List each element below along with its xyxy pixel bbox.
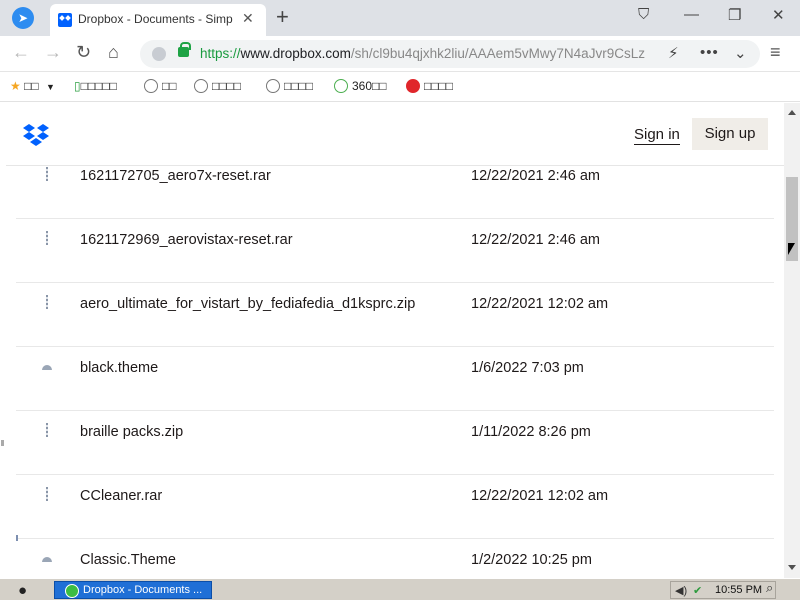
file-row[interactable]: aero_ultimate_for_vistart_by_fediafedia_… [16,283,774,347]
file-date: 1/2/2022 10:25 pm [471,552,592,568]
file-date: 1/11/2022 8:26 pm [471,424,591,440]
mouse-cursor-icon [788,243,795,255]
back-button[interactable]: ← [12,42,30,63]
file-name[interactable]: CCleaner.rar [80,488,162,504]
file-row[interactable]: 1621172705_aero7x-reset.rar 12/22/2021 2… [16,166,774,219]
url-path: /sh/cl9bu4qjxhk2liu/AAAem5vMwy7N4aJvr9Cs… [350,46,645,61]
bookmark-label: □□□□□ [80,79,117,93]
ring-icon [334,79,348,93]
bookmark-label: □□ [24,79,39,93]
weibo-icon [406,79,420,93]
pin-window-icon[interactable]: ⛉ [638,6,649,23]
zip-icon [42,423,52,439]
file-name[interactable]: 1621172705_aero7x-reset.rar [80,168,271,184]
chevron-down-icon[interactable]: ⌄ [734,44,747,62]
globe-icon [144,79,158,93]
zip-icon [42,295,52,311]
browser-logo-icon[interactable]: ➤ [12,7,34,29]
star-icon: ★ [10,79,21,93]
bookmark-7[interactable]: □□□□ [406,79,453,93]
theme-icon [42,359,52,375]
bookmark-3[interactable]: □□ [144,79,177,93]
bookmark-label: □□□□ [284,79,313,93]
file-date: 12/22/2021 2:46 am [471,232,600,248]
tab-close-icon[interactable]: ✕ [242,10,254,27]
scroll-down-arrow-icon[interactable] [788,565,796,570]
scroll-up-arrow-icon[interactable] [788,110,796,115]
clock: 10:55 PM [715,584,763,596]
bookmark-5[interactable]: □□□□ [266,79,313,93]
sign-up-button[interactable]: Sign up [692,118,768,150]
menu-icon[interactable]: ≡ [770,42,781,63]
file-name[interactable]: braille packs.zip [80,424,183,440]
file-date: 12/22/2021 12:02 am [471,296,609,312]
volume-icon[interactable]: ◀) [675,584,687,597]
lock-icon [178,42,191,57]
tab-bar: ➤ Dropbox - Documents - Simp ✕ + ⛉ — ❐ ✕ [0,0,800,36]
url-text[interactable]: https://www.dropbox.com/sh/cl9bu4qjxhk2l… [200,46,655,61]
zip-icon [42,231,52,247]
dropbox-logo-icon[interactable] [22,123,50,147]
url-scheme: https:// [200,46,241,61]
file-name[interactable]: 1621172969_aerovistax-reset.rar [80,232,293,248]
zip-icon [42,487,52,503]
tab-title: Dropbox - Documents - Simp [78,12,233,26]
file-name[interactable]: black.theme [80,360,158,376]
dropbox-favicon-icon [58,13,72,27]
vertical-scrollbar[interactable] [784,103,800,578]
taskbar-item-browser[interactable]: Dropbox - Documents ... [54,581,212,599]
bookmark-label: □□□□ [424,79,453,93]
bookmark-6[interactable]: 360□□ [334,79,387,93]
phone-icon: ▯ [74,79,81,93]
theme-icon [42,551,52,567]
file-name[interactable]: aero_ultimate_for_vistart_by_fediafedia_… [80,296,415,312]
forward-button[interactable]: → [44,42,62,63]
reload-button[interactable]: ↻ [76,42,91,63]
close-window-button[interactable]: ✕ [772,6,785,24]
system-tray: ◀) ✔ 10:55 PM [670,581,776,599]
file-date: 12/22/2021 12:02 am [471,488,609,504]
file-row[interactable]: 1621172969_aerovistax-reset.rar 12/22/20… [16,219,774,283]
file-date: 1/6/2022 7:03 pm [471,360,584,376]
site-info-icon[interactable] [152,47,166,61]
search-icon[interactable]: ⌕ [766,580,773,596]
caret-down-icon[interactable]: ▼ [46,82,55,92]
file-name[interactable]: Classic.Theme [80,552,176,568]
bookmark-2[interactable]: ▯□□□□□ [74,79,117,93]
lightning-icon[interactable]: ⚡ [668,44,679,62]
bookmark-label: □□ [162,79,177,93]
bookmark-label: 360□□ [352,79,387,93]
sign-in-link[interactable]: Sign in [634,126,680,145]
network-icon[interactable]: ✔ [693,584,702,597]
flag-icon [16,535,18,547]
minimize-button[interactable]: — [684,6,699,23]
file-row[interactable]: Classic.Theme 1/2/2022 10:25 pm [16,535,774,578]
bookmark-4[interactable]: □□□□ [194,79,241,93]
globe-icon [194,79,208,93]
zip-icon [42,167,52,183]
file-row[interactable]: CCleaner.rar 12/22/2021 12:02 am [16,475,774,539]
bookmark-favorites[interactable]: ★ □□ ▼ [10,79,55,93]
file-row[interactable]: black.theme 1/6/2022 7:03 pm [16,347,774,411]
home-button[interactable]: ⌂ [108,42,119,63]
bookmark-label: □□□□ [212,79,241,93]
file-date: 12/22/2021 2:46 am [471,168,600,184]
new-tab-button[interactable]: + [276,5,289,29]
edge-marker [1,440,4,446]
globe-icon [266,79,280,93]
address-bar[interactable]: https://www.dropbox.com/sh/cl9bu4qjxhk2l… [140,40,760,68]
page-left-edge [0,103,6,578]
restore-button[interactable]: ❐ [728,6,741,24]
file-row[interactable]: braille packs.zip 1/11/2022 8:26 pm [16,411,774,475]
taskbar: ● Dropbox - Documents ... ◀) ✔ 10:55 PM … [0,578,800,600]
start-apple-icon[interactable]: ● [18,582,27,599]
file-list: 1621172705_aero7x-reset.rar 12/22/2021 2… [16,166,774,578]
dropbox-header: Sign in Sign up [6,103,784,166]
tab-dropbox[interactable]: Dropbox - Documents - Simp ✕ [50,4,266,36]
address-toolbar: ← → ↻ ⌂ https://www.dropbox.com/sh/cl9bu… [0,36,800,72]
bookmarks-bar: ★ □□ ▼ ▯□□□□□ □□ □□□□ □□□□ 360□□ □□□□ [0,72,800,102]
more-icon[interactable]: ••• [700,44,719,61]
url-host: www.dropbox.com [240,46,351,61]
